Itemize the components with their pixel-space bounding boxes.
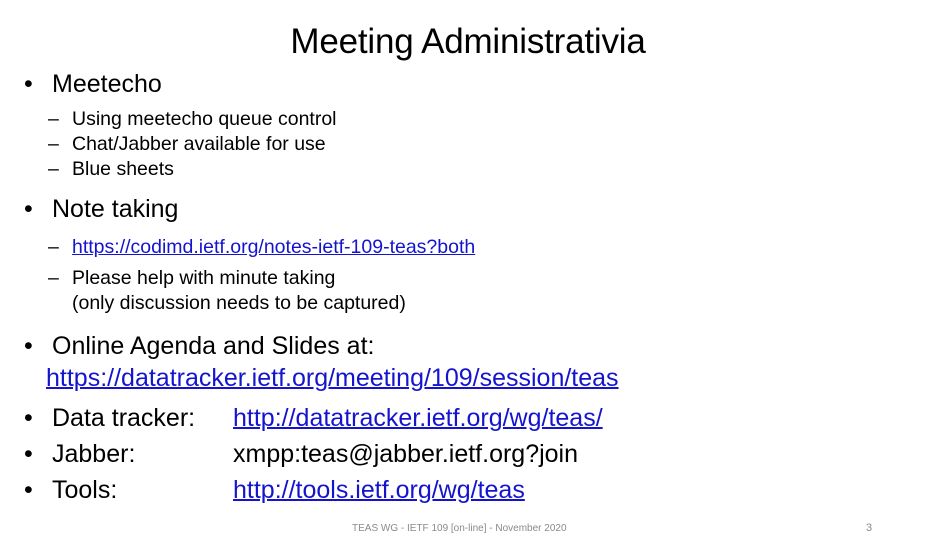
dash-icon: – xyxy=(48,236,59,258)
bullet-note-taking: • Note taking xyxy=(0,193,936,226)
sub-bullet-label: Using meetecho queue control xyxy=(72,108,337,130)
jabber-address-text: xmpp:teas@jabber.ietf.org?join xyxy=(233,440,579,468)
datatracker-session-link[interactable]: https://datatracker.ietf.org/meeting/109… xyxy=(46,364,619,392)
slide-footer: TEAS WG - IETF 109 [on-line] - November … xyxy=(352,523,567,534)
tools-wg-link[interactable]: http://tools.ietf.org/wg/teas xyxy=(233,472,525,508)
dash-icon: – xyxy=(48,267,59,289)
sub-bullet-meetecho-0: – Using meetecho queue control xyxy=(0,107,936,132)
slide-page-number: 3 xyxy=(866,522,873,534)
slide-body: • Meetecho – Using meetecho queue contro… xyxy=(0,68,936,508)
codimd-notes-link[interactable]: https://codimd.ietf.org/notes-ietf-109-t… xyxy=(72,236,475,258)
sub-bullet-notes-link: – https://codimd.ietf.org/notes-ietf-109… xyxy=(0,235,936,260)
bullet-icon: • xyxy=(24,70,33,98)
row-label: Jabber: xyxy=(52,440,136,468)
row-label: Data tracker: xyxy=(52,404,196,432)
sub-bullet-label: Please help with minute taking xyxy=(72,267,336,289)
slide-canvas: Meeting Administrativia • Meetecho – Usi… xyxy=(0,0,936,540)
dash-icon: – xyxy=(48,108,59,130)
datatracker-wg-link[interactable]: http://datatracker.ietf.org/wg/teas/ xyxy=(233,400,603,436)
sub-bullet-label: Chat/Jabber available for use xyxy=(72,133,326,155)
sub-bullet-minute-taking-continuation: (only discussion needs to be captured) xyxy=(72,292,406,314)
bullet-online-agenda-label: Online Agenda and Slides at: xyxy=(52,332,375,360)
sub-bullet-label: Blue sheets xyxy=(72,158,174,180)
bullet-online-agenda: • Online Agenda and Slides at: xyxy=(0,330,936,363)
row-jabber: • Jabber: xmpp:teas@jabber.ietf.org?join xyxy=(0,436,936,472)
bullet-icon: • xyxy=(24,195,33,223)
bullet-icon: • xyxy=(24,332,33,360)
dash-icon: – xyxy=(48,158,59,180)
bullet-meetecho-label: Meetecho xyxy=(52,70,162,98)
bullet-icon: • xyxy=(24,476,33,504)
online-agenda-link-row: https://datatracker.ietf.org/meeting/109… xyxy=(0,363,936,394)
bullet-icon: • xyxy=(24,404,33,432)
row-data-tracker: • Data tracker: http://datatracker.ietf.o… xyxy=(0,400,936,436)
row-label: Tools: xyxy=(52,476,118,504)
bullet-meetecho: • Meetecho xyxy=(0,68,936,101)
bullet-icon: • xyxy=(24,440,33,468)
sub-bullet-meetecho-1: – Chat/Jabber available for use xyxy=(0,132,936,157)
sub-bullet-minute-taking: – Please help with minute taking xyxy=(0,266,936,291)
bullet-note-taking-label: Note taking xyxy=(52,195,179,223)
page-title: Meeting Administrativia xyxy=(290,22,646,61)
dash-icon: – xyxy=(48,133,59,155)
sub-bullet-meetecho-2: – Blue sheets xyxy=(0,157,936,182)
row-tools: • Tools: http://tools.ietf.org/wg/teas xyxy=(0,472,936,508)
